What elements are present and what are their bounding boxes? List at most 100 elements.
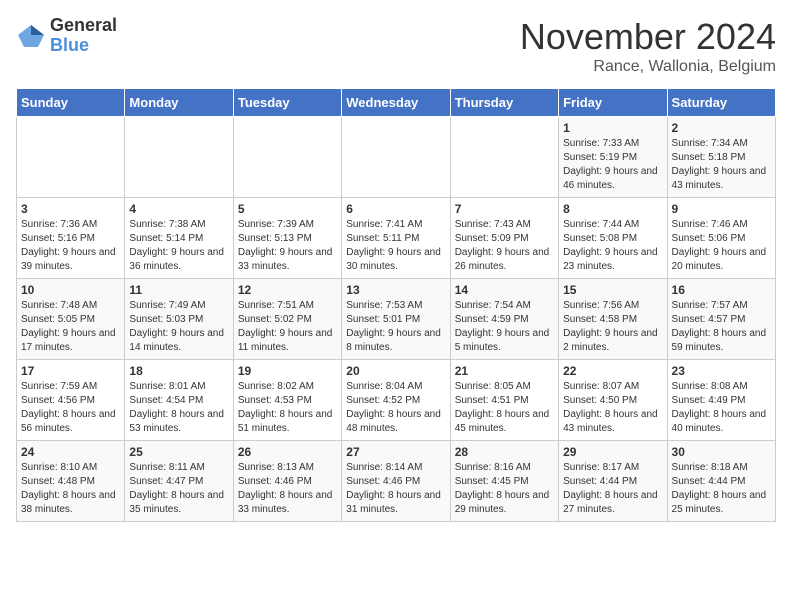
calendar-cell: 30 Sunrise: 8:18 AM Sunset: 4:44 PM Dayli… [667, 441, 775, 522]
day-number: 25 [129, 445, 228, 459]
day-header-thursday: Thursday [450, 89, 558, 117]
calendar-cell: 24 Sunrise: 8:10 AM Sunset: 4:48 PM Dayli… [17, 441, 125, 522]
day-number: 13 [346, 283, 445, 297]
subtitle: Rance, Wallonia, Belgium [520, 58, 776, 76]
day-number: 10 [21, 283, 120, 297]
day-header-monday: Monday [125, 89, 233, 117]
day-info: Sunrise: 7:38 AM Sunset: 5:14 PM Dayligh… [129, 218, 228, 274]
calendar-cell: 27 Sunrise: 8:14 AM Sunset: 4:46 PM Dayli… [342, 441, 450, 522]
calendar-cell [125, 117, 233, 198]
day-info: Sunrise: 8:16 AM Sunset: 4:45 PM Dayligh… [455, 461, 554, 517]
day-number: 15 [563, 283, 662, 297]
calendar-cell: 13 Sunrise: 7:53 AM Sunset: 5:01 PM Dayli… [342, 279, 450, 360]
day-number: 18 [129, 364, 228, 378]
day-header-friday: Friday [559, 89, 667, 117]
day-number: 22 [563, 364, 662, 378]
calendar-week-1: 1 Sunrise: 7:33 AM Sunset: 5:19 PM Daylig… [17, 117, 776, 198]
day-info: Sunrise: 7:56 AM Sunset: 4:58 PM Dayligh… [563, 299, 662, 355]
day-number: 8 [563, 202, 662, 216]
day-info: Sunrise: 7:46 AM Sunset: 5:06 PM Dayligh… [672, 218, 771, 274]
day-info: Sunrise: 7:36 AM Sunset: 5:16 PM Dayligh… [21, 218, 120, 274]
calendar-cell: 6Sunrise: 7:41 AM Sunset: 5:11 PM Daylig… [342, 198, 450, 279]
calendar-week-3: 10 Sunrise: 7:48 AM Sunset: 5:05 PM Dayli… [17, 279, 776, 360]
calendar-cell: 5 Sunrise: 7:39 AM Sunset: 5:13 PM Daylig… [233, 198, 341, 279]
calendar-cell [17, 117, 125, 198]
calendar-cell: 25 Sunrise: 8:11 AM Sunset: 4:47 PM Dayli… [125, 441, 233, 522]
calendar-cell [450, 117, 558, 198]
calendar-cell: 29 Sunrise: 8:17 AM Sunset: 4:44 PM Dayli… [559, 441, 667, 522]
day-number: 17 [21, 364, 120, 378]
calendar-table: SundayMondayTuesdayWednesdayThursdayFrid… [16, 88, 776, 522]
calendar-week-5: 24 Sunrise: 8:10 AM Sunset: 4:48 PM Dayli… [17, 441, 776, 522]
month-title: November 2024 [520, 16, 776, 58]
day-info: Sunrise: 7:44 AM Sunset: 5:08 PM Dayligh… [563, 218, 662, 274]
day-header-tuesday: Tuesday [233, 89, 341, 117]
day-info: Sunrise: 7:41 AM Sunset: 5:11 PM Dayligh… [346, 218, 445, 274]
calendar-cell: 28Sunrise: 8:16 AM Sunset: 4:45 PM Dayli… [450, 441, 558, 522]
calendar-week-4: 17Sunrise: 7:59 AM Sunset: 4:56 PM Dayli… [17, 360, 776, 441]
day-number: 20 [346, 364, 445, 378]
day-number: 29 [563, 445, 662, 459]
day-info: Sunrise: 7:43 AM Sunset: 5:09 PM Dayligh… [455, 218, 554, 274]
calendar-cell: 20 Sunrise: 8:04 AM Sunset: 4:52 PM Dayli… [342, 360, 450, 441]
day-number: 1 [563, 121, 662, 135]
day-number: 23 [672, 364, 771, 378]
day-number: 21 [455, 364, 554, 378]
calendar-cell: 17Sunrise: 7:59 AM Sunset: 4:56 PM Dayli… [17, 360, 125, 441]
calendar-cell: 4 Sunrise: 7:38 AM Sunset: 5:14 PM Daylig… [125, 198, 233, 279]
day-info: Sunrise: 8:18 AM Sunset: 4:44 PM Dayligh… [672, 461, 771, 517]
day-info: Sunrise: 8:01 AM Sunset: 4:54 PM Dayligh… [129, 380, 228, 436]
day-info: Sunrise: 8:08 AM Sunset: 4:49 PM Dayligh… [672, 380, 771, 436]
day-info: Sunrise: 8:11 AM Sunset: 4:47 PM Dayligh… [129, 461, 228, 517]
day-number: 30 [672, 445, 771, 459]
day-info: Sunrise: 8:10 AM Sunset: 4:48 PM Dayligh… [21, 461, 120, 517]
logo-blue: Blue [50, 36, 117, 56]
calendar-cell: 23 Sunrise: 8:08 AM Sunset: 4:49 PM Dayli… [667, 360, 775, 441]
header-row: SundayMondayTuesdayWednesdayThursdayFrid… [17, 89, 776, 117]
day-number: 27 [346, 445, 445, 459]
title-section: November 2024 Rance, Wallonia, Belgium [520, 16, 776, 76]
day-info: Sunrise: 7:54 AM Sunset: 4:59 PM Dayligh… [455, 299, 554, 355]
day-number: 9 [672, 202, 771, 216]
day-info: Sunrise: 7:39 AM Sunset: 5:13 PM Dayligh… [238, 218, 337, 274]
calendar-cell: 7 Sunrise: 7:43 AM Sunset: 5:09 PM Daylig… [450, 198, 558, 279]
calendar-cell: 22 Sunrise: 8:07 AM Sunset: 4:50 PM Dayli… [559, 360, 667, 441]
logo: General Blue [16, 16, 117, 56]
calendar-cell: 3Sunrise: 7:36 AM Sunset: 5:16 PM Daylig… [17, 198, 125, 279]
day-number: 14 [455, 283, 554, 297]
day-info: Sunrise: 7:57 AM Sunset: 4:57 PM Dayligh… [672, 299, 771, 355]
day-info: Sunrise: 8:07 AM Sunset: 4:50 PM Dayligh… [563, 380, 662, 436]
calendar-cell: 9 Sunrise: 7:46 AM Sunset: 5:06 PM Daylig… [667, 198, 775, 279]
calendar-cell [342, 117, 450, 198]
calendar-cell: 10 Sunrise: 7:48 AM Sunset: 5:05 PM Dayli… [17, 279, 125, 360]
calendar-cell: 26Sunrise: 8:13 AM Sunset: 4:46 PM Dayli… [233, 441, 341, 522]
day-info: Sunrise: 7:33 AM Sunset: 5:19 PM Dayligh… [563, 137, 662, 193]
day-info: Sunrise: 8:02 AM Sunset: 4:53 PM Dayligh… [238, 380, 337, 436]
day-info: Sunrise: 8:05 AM Sunset: 4:51 PM Dayligh… [455, 380, 554, 436]
logo-icon [16, 21, 46, 51]
day-header-sunday: Sunday [17, 89, 125, 117]
calendar-cell: 19Sunrise: 8:02 AM Sunset: 4:53 PM Dayli… [233, 360, 341, 441]
day-info: Sunrise: 7:49 AM Sunset: 5:03 PM Dayligh… [129, 299, 228, 355]
day-number: 12 [238, 283, 337, 297]
day-info: Sunrise: 7:53 AM Sunset: 5:01 PM Dayligh… [346, 299, 445, 355]
header: General Blue November 2024 Rance, Wallon… [16, 16, 776, 76]
day-number: 16 [672, 283, 771, 297]
day-info: Sunrise: 8:04 AM Sunset: 4:52 PM Dayligh… [346, 380, 445, 436]
day-number: 7 [455, 202, 554, 216]
calendar-cell: 15 Sunrise: 7:56 AM Sunset: 4:58 PM Dayli… [559, 279, 667, 360]
day-info: Sunrise: 8:13 AM Sunset: 4:46 PM Dayligh… [238, 461, 337, 517]
calendar-cell: 1 Sunrise: 7:33 AM Sunset: 5:19 PM Daylig… [559, 117, 667, 198]
day-number: 24 [21, 445, 120, 459]
calendar-cell: 2Sunrise: 7:34 AM Sunset: 5:18 PM Daylig… [667, 117, 775, 198]
day-info: Sunrise: 7:51 AM Sunset: 5:02 PM Dayligh… [238, 299, 337, 355]
day-info: Sunrise: 8:17 AM Sunset: 4:44 PM Dayligh… [563, 461, 662, 517]
day-info: Sunrise: 7:34 AM Sunset: 5:18 PM Dayligh… [672, 137, 771, 193]
day-info: Sunrise: 8:14 AM Sunset: 4:46 PM Dayligh… [346, 461, 445, 517]
logo-text: General Blue [50, 16, 117, 56]
day-number: 5 [238, 202, 337, 216]
calendar-week-2: 3Sunrise: 7:36 AM Sunset: 5:16 PM Daylig… [17, 198, 776, 279]
day-number: 4 [129, 202, 228, 216]
day-info: Sunrise: 7:48 AM Sunset: 5:05 PM Dayligh… [21, 299, 120, 355]
calendar-cell: 21 Sunrise: 8:05 AM Sunset: 4:51 PM Dayli… [450, 360, 558, 441]
